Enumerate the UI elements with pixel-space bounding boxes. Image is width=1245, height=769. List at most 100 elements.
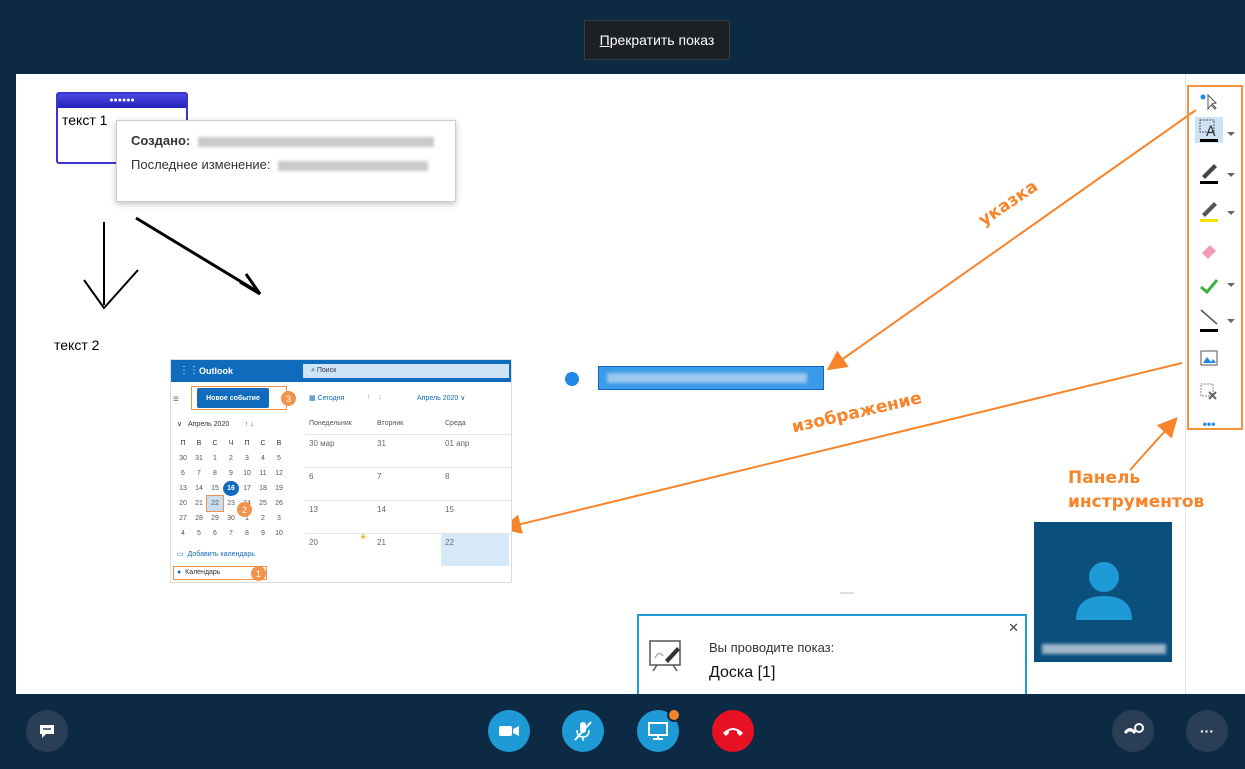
delete-selection-tool[interactable] [1195,379,1223,405]
day-cell[interactable]: 30 [223,511,239,526]
day-cell[interactable]: 10 [239,466,255,481]
day-cell[interactable]: 25 [255,496,271,511]
day-cell[interactable]: 17 [239,481,255,496]
day-cell[interactable]: 21 [191,496,207,511]
month-selector[interactable]: Апрель 2020 ∨ [417,394,465,402]
day-cell[interactable]: 5 [191,526,207,541]
close-popup-button[interactable]: ✕ [1008,620,1019,636]
day-cell[interactable]: 8 [207,466,223,481]
day-cell[interactable]: 13 [175,481,191,496]
day-cell[interactable]: 6 [175,466,191,481]
stamp-tool-dropdown[interactable] [1227,283,1235,287]
weekday-cell: Ч [228,440,234,447]
nav-arrows[interactable]: ↑ ↓ [367,394,382,401]
video-camera-icon [499,726,519,736]
calendar-item[interactable]: ● Календарь [177,569,220,576]
weekday-cell: В [196,440,202,447]
day-cell[interactable]: 3 [239,451,255,466]
chat-button[interactable] [26,710,68,752]
pen-tool[interactable] [1195,159,1223,185]
pen-tool-dropdown[interactable] [1227,173,1235,177]
mute-button[interactable] [562,710,604,752]
day-cell[interactable]: 10 [271,526,287,541]
day-cell[interactable]: 18 [255,481,271,496]
day-cell[interactable]: 11 [255,466,271,481]
day-cell[interactable]: 20 [175,496,191,511]
pointer-annotation-arrow [826,109,1197,371]
call-controls-button[interactable] [1112,710,1154,752]
day-cell[interactable]: 26 [271,496,287,511]
text-2: текст 2 [54,337,100,353]
end-call-button[interactable] [712,710,754,752]
selection-handle[interactable] [565,372,579,386]
day-slot[interactable]: 7 [373,468,441,500]
day-cell[interactable]: 27 [175,511,191,526]
day-cell[interactable]: 7 [191,466,207,481]
week-grid[interactable]: Понедельник Вторник Среда 30 мар 31 01 апр 6 7 8… [305,420,511,566]
day-cell[interactable]: 29 [207,511,223,526]
day-cell[interactable]: 31 [191,451,207,466]
presenting-line2: Доска [1] [709,664,776,681]
day-cell[interactable]: 28 [191,511,207,526]
day-cell[interactable]: 7 [223,526,239,541]
weekday-row: ПВСЧПСВ [171,436,299,451]
week-row: 4 5 6 7 8 9 10 [171,526,299,541]
day-cell[interactable]: 8 [239,526,255,541]
day-cell[interactable]: 30 [175,451,191,466]
day-cell[interactable]: 3 [271,511,287,526]
day-slot[interactable]: 30 мар [305,435,373,467]
mini-calendar[interactable]: П В С Ч П С В 30 31 1 2 3 4 5 6 7 8 9 10 11 12 13 14 15 16 17 18 19… [171,436,299,541]
outlook-image[interactable]: ⋮⋮ Outlook ⌕ Поиск ≡ Новое событие 3 ▦ С… [170,359,512,583]
day-cell[interactable]: 16 [223,481,239,496]
line-tool[interactable] [1195,307,1223,333]
day-cell[interactable]: 15 [207,481,223,496]
day-cell[interactable]: 9 [255,526,271,541]
screen-share-icon [648,722,668,740]
selected-text-box[interactable] [598,366,824,390]
day-slot[interactable]: 13 [305,501,373,533]
line-tool-dropdown[interactable] [1227,319,1235,323]
outlook-search-text: Поиск [316,367,337,374]
self-video-preview[interactable] [1034,522,1172,662]
highlighter-tool[interactable] [1195,197,1223,223]
day-slot[interactable]: 22 [441,534,509,566]
stamp-tool[interactable] [1195,273,1223,299]
day-cell[interactable]: 1 [207,451,223,466]
day-cell[interactable]: 2 [255,511,271,526]
text-icon: A [1199,119,1218,142]
share-screen-button[interactable] [637,708,681,752]
day-slot[interactable]: 15 [441,501,509,533]
blurred-participant-name [1042,644,1166,654]
highlighter-tool-dropdown[interactable] [1227,211,1235,215]
mic-off-icon [574,721,592,741]
day-slot[interactable]: 14 [373,501,441,533]
insert-image-tool[interactable] [1195,345,1223,371]
day-cell[interactable]: 6 [207,526,223,541]
text-tool-dropdown[interactable] [1227,132,1235,136]
day-cell[interactable]: 12 [271,466,287,481]
day-slot[interactable]: 8 [441,468,509,500]
outlook-search[interactable]: ⌕ Поиск [303,364,509,378]
day-slot[interactable]: 21 [373,534,441,566]
day-cell[interactable]: 5 [271,451,287,466]
add-calendar-link[interactable]: ▭ Добавить календарь [177,550,255,558]
day-cell[interactable]: 22 [206,495,224,512]
more-tools-button[interactable]: ••• [1195,411,1223,437]
select-tool[interactable] [1195,89,1223,115]
text-tool[interactable]: A [1195,117,1223,143]
day-slot[interactable]: 31 [373,435,441,467]
day-cell[interactable]: 9 [223,466,239,481]
day-cell[interactable]: 4 [255,451,271,466]
day-slot[interactable]: 6 [305,468,373,500]
weekday-cell: П [180,440,186,447]
video-button[interactable] [488,710,530,752]
day-cell[interactable]: 4 [175,526,191,541]
day-cell[interactable]: 2 [223,451,239,466]
day-cell[interactable]: 14 [191,481,207,496]
eraser-icon [1202,245,1216,259]
more-options-button[interactable]: ··· [1186,710,1228,752]
day-slot[interactable]: 01 апр [441,435,509,467]
today-button[interactable]: ▦ Сегодня [309,394,344,402]
eraser-tool[interactable] [1195,237,1223,263]
day-cell[interactable]: 19 [271,481,287,496]
